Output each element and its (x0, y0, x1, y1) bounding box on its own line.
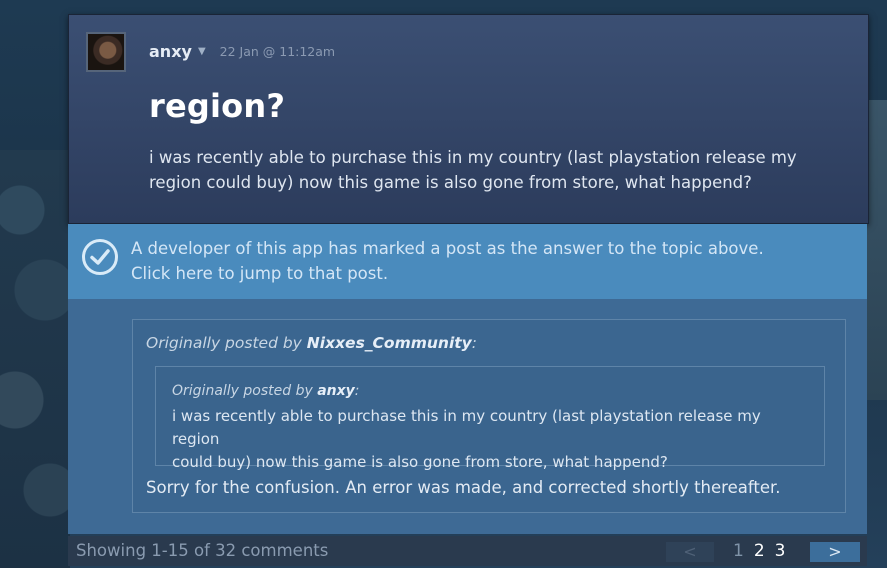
answer-post-panel: Originally posted by Nixxes_Community: O… (68, 299, 867, 534)
topic-post: anxy ▼ 22 Jan @ 11:12am region? i was re… (68, 14, 869, 224)
post-timestamp: 22 Jan @ 11:12am (219, 44, 336, 59)
outer-quote-header: Originally posted by Nixxes_Community: (146, 334, 477, 352)
avatar[interactable] (86, 32, 126, 72)
inner-quote-author[interactable]: anxy (317, 383, 355, 399)
author-name[interactable]: anxy (149, 42, 192, 61)
outer-quote-author[interactable]: Nixxes_Community (307, 334, 472, 352)
inner-quote-suffix: : (354, 383, 360, 399)
inner-quote-body: i was recently able to purchase this in … (172, 405, 812, 474)
outer-quote-suffix: : (471, 334, 478, 352)
inner-quote: Originally posted by anxy: i was recentl… (155, 366, 825, 471)
inner-quote-header: Originally posted by anxy: (172, 383, 360, 399)
topic-body: i was recently able to purchase this in … (149, 148, 797, 192)
outer-quote: Originally posted by Nixxes_Community: O… (132, 319, 846, 513)
background-foliage (0, 150, 70, 568)
caret-down-icon[interactable]: ▼ (198, 46, 206, 57)
page-link-3[interactable]: 3 (775, 541, 786, 561)
page-link-2[interactable]: 2 (754, 541, 765, 561)
prev-page-button[interactable]: < (666, 542, 714, 562)
next-page-button[interactable]: > (810, 542, 860, 562)
author-row: anxy ▼ 22 Jan @ 11:12am (149, 42, 335, 61)
answer-banner-line2[interactable]: Click here to jump to that post. (131, 261, 764, 286)
comments-pagination-bar: Showing 1-15 of 32 comments < 1 2 3 > (68, 536, 867, 566)
outer-quote-prefix: Originally posted by (146, 334, 307, 352)
page-link-1: 1 (733, 541, 744, 561)
developer-reply: Sorry for the confusion. An error was ma… (146, 478, 781, 497)
page-links: 1 2 3 (733, 541, 785, 561)
topic-title: region? (149, 87, 286, 125)
answer-banner-line1: A developer of this app has marked a pos… (131, 239, 764, 258)
comments-count: Showing 1-15 of 32 comments (76, 541, 329, 560)
background-foliage-right (867, 100, 887, 400)
inner-quote-line2: could buy) now this game is also gone fr… (172, 453, 668, 471)
inner-quote-prefix: Originally posted by (172, 383, 318, 399)
answer-banner[interactable]: A developer of this app has marked a pos… (68, 224, 867, 299)
inner-quote-line1: i was recently able to purchase this in … (172, 407, 761, 448)
forum-thread: anxy ▼ 22 Jan @ 11:12am region? i was re… (68, 14, 869, 566)
answer-banner-text[interactable]: A developer of this app has marked a pos… (131, 236, 764, 286)
check-circle-icon (82, 239, 118, 275)
